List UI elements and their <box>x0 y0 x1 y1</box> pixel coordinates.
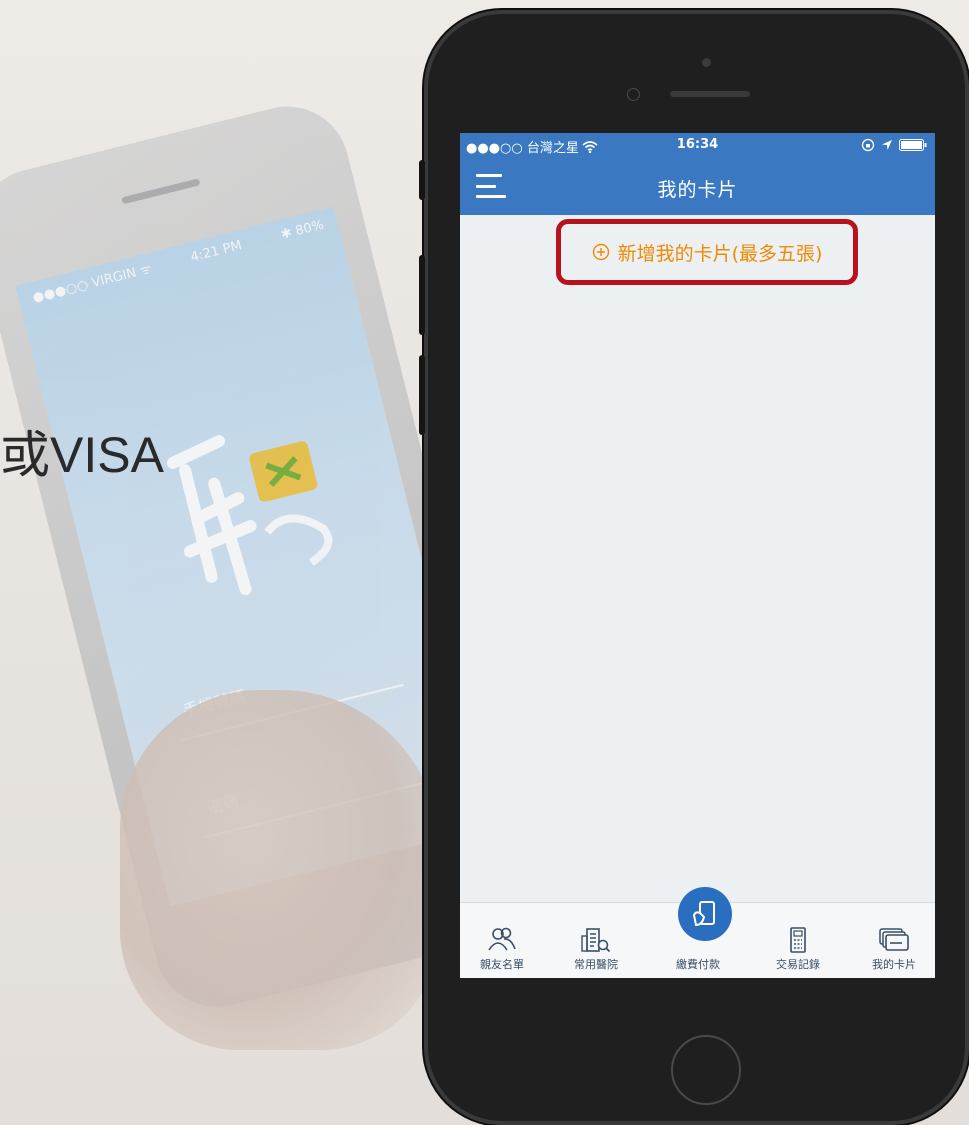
payment-center-button[interactable] <box>678 887 732 941</box>
contacts-icon <box>488 927 516 951</box>
location-arrow-icon <box>882 140 892 150</box>
tab-transactions-label: 交易記錄 <box>776 958 820 971</box>
navigation-bar: 我的卡片 <box>460 159 935 215</box>
status-bar: ●●●○○ 台灣之星 16:34 <box>460 133 935 159</box>
cards-icon <box>879 928 909 951</box>
tab-my-cards[interactable]: 我的卡片 <box>854 926 934 972</box>
payment-icon <box>692 901 715 927</box>
mute-switch <box>419 160 425 200</box>
tab-my-cards-label: 我的卡片 <box>872 958 916 971</box>
background-hand <box>120 690 440 1050</box>
iphone-frame: ●●●○○ 台灣之星 16:34 我的卡片 新增我的卡片(最多五張) 親友名單 … <box>419 10 969 1125</box>
tab-transactions[interactable]: 交易記錄 <box>758 926 838 972</box>
tab-contacts-label: 親友名單 <box>480 958 524 971</box>
tab-hospitals-label: 常用醫院 <box>574 958 618 971</box>
receipt-icon <box>790 927 806 953</box>
hospital-search-icon <box>581 928 611 953</box>
add-card-button[interactable]: 新增我的卡片(最多五張) <box>556 219 858 285</box>
tab-hospitals[interactable]: 常用醫院 <box>556 926 636 972</box>
earpiece-speaker <box>670 91 750 97</box>
slide-caption: 或VISA <box>0 427 164 483</box>
lock-rotation-icon <box>861 138 875 152</box>
phone-screen: ●●●○○ 台灣之星 16:34 我的卡片 新增我的卡片(最多五張) 親友名單 … <box>460 133 935 978</box>
page-title: 我的卡片 <box>657 179 738 201</box>
tab-contacts[interactable]: 親友名單 <box>462 926 542 972</box>
volume-down-button <box>419 355 425 435</box>
proximity-sensor <box>627 88 640 101</box>
tab-bar: 親友名單 常用醫院 繳費付款 交易記錄 我的卡片 <box>460 887 935 978</box>
volume-up-button <box>419 255 425 335</box>
front-camera <box>702 58 711 67</box>
status-icons <box>861 138 927 152</box>
tab-payment-label: 繳費付款 <box>676 958 720 971</box>
battery-icon <box>899 139 927 151</box>
background-app-logo <box>166 435 333 596</box>
add-card-label: 新增我的卡片(最多五張) <box>617 242 823 265</box>
background-status-battery: ✱ 80% <box>279 217 326 243</box>
home-button[interactable] <box>671 1035 741 1105</box>
plus-circle-icon <box>592 243 609 261</box>
background-status-time: 4:21 PM <box>188 237 244 265</box>
